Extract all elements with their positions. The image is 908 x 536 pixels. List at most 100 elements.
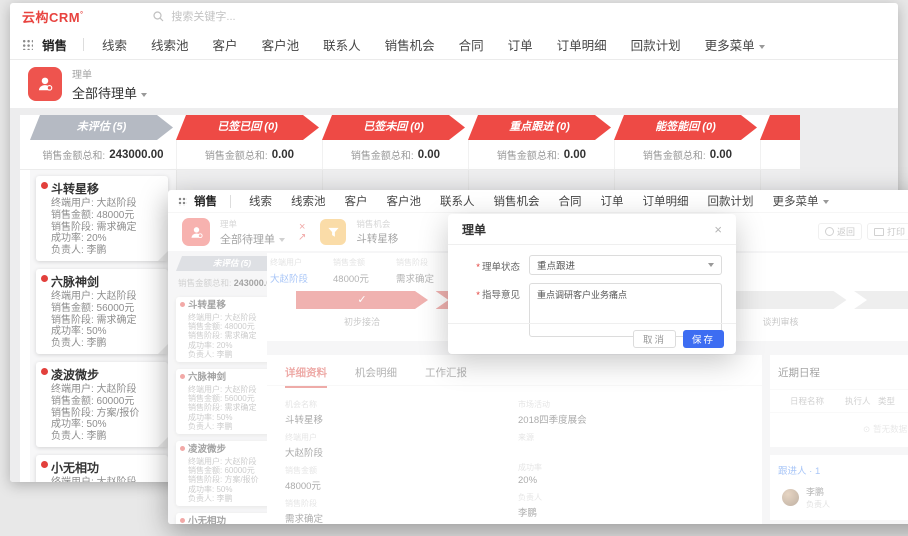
nav-item[interactable]: 线索 [102,35,127,54]
nav-item[interactable]: 线索池 [291,193,326,209]
nav-item-active[interactable]: 销售 [42,35,67,54]
kanban-tab[interactable] [760,115,800,140]
card-title: 凌波微步 [51,368,162,382]
module-meta: 理单 全部待理单 [72,66,147,102]
nav-item[interactable]: 订单明细 [557,35,607,54]
module-avatar [28,67,62,101]
chevron-down-icon [708,263,714,267]
kanban-tab[interactable]: 已签已回 (0) [176,115,319,140]
nav-item[interactable]: 客户 [213,35,238,54]
kanban-tab[interactable]: 未评估 (5) [30,115,173,140]
opportunity-card[interactable]: 小无相功终端用户: 大赵阶段销售金额: 48000元 [36,455,168,482]
amount-label: 销售金额总和: [497,147,560,162]
card-field: 负责人: 李鹏 [51,245,162,257]
kanban-tab[interactable]: 已签未回 (0) [322,115,465,140]
amount-label: 销售金额总和: [351,147,414,162]
kanban-column-unevaluated: 斗转星移终端用户: 大赵阶段销售金额: 48000元销售阶段: 需求确定成功率:… [30,170,176,482]
nav-item[interactable]: 回款计划 [708,193,754,209]
apps-grid-icon[interactable] [178,197,187,206]
status-dot-icon [41,182,48,189]
logo-text: 云构CRM [22,10,80,25]
amount-value: 0.00 [272,149,294,161]
close-icon[interactable]: × [714,222,722,237]
card-field: 销售金额: 48000元 [51,210,162,222]
status-dot-icon [41,461,48,468]
card-field: 销售阶段: 方案/报价 [51,408,162,420]
nav-item[interactable]: 联系人 [323,35,361,54]
chevron-down-icon [141,93,147,97]
status-dot-icon [41,275,48,282]
card-title: 斗转星移 [51,182,162,196]
amount-value: 0.00 [418,149,440,161]
nav-item[interactable]: 线索 [249,193,272,209]
main-nav: 销售 线索 线索池 客户 客户池 联系人 销售机会 合同 订单 订单明细 回款计划 更多菜单 [168,190,908,213]
card-field: 终端用户: 大赵阶段 [51,477,162,482]
chevron-down-icon [823,200,829,204]
card-field: 成功率: 20% [51,233,162,245]
nav-item[interactable]: 客户池 [262,35,300,54]
card-field: 终端用户: 大赵阶段 [51,384,162,396]
status-select[interactable]: 重点跟进 [529,255,722,275]
amount-cell: 销售金额总和:243000.00 [30,140,176,169]
amount-value: 0.00 [564,149,586,161]
opportunity-card[interactable]: 凌波微步终端用户: 大赵阶段销售金额: 60000元销售阶段: 方案/报价成功率… [36,362,168,447]
filter-dropdown[interactable]: 全部待理单 [72,83,147,102]
nav-item-more[interactable]: 更多菜单 [773,193,829,209]
kanban-amounts: 销售金额总和:243000.00销售金额总和:0.00销售金额总和:0.00销售… [20,140,800,170]
amount-label: 销售金额总和: [42,147,105,162]
card-field: 负责人: 李鹏 [51,431,162,443]
nav-item[interactable]: 订单 [508,35,533,54]
kanban-tabs: 未评估 (5)已签已回 (0)已签未回 (0)重点跟进 (0)能签能回 (0) [20,115,800,140]
nav-item[interactable]: 回款计划 [631,35,681,54]
card-field: 销售阶段: 需求确定 [51,315,162,327]
nav-item[interactable]: 销售机会 [494,193,540,209]
nav-items: 线索 线索池 客户 客户池 联系人 销售机会 合同 订单 订单明细 回款计划 更多菜单 [102,35,789,54]
nav-divider [230,195,231,208]
card-title: 小无相功 [51,461,162,475]
nav-divider [83,38,84,51]
nav-item[interactable]: 客户 [345,193,368,209]
nav-items: 线索 线索池 客户 客户池 联系人 销售机会 合同 订单 订单明细 回款计划 更多菜单 [249,193,848,209]
card-field: 成功率: 50% [51,326,162,338]
search-input[interactable] [169,10,303,24]
card-field: 销售金额: 60000元 [51,396,162,408]
status-control: 重点跟进 [529,255,722,275]
save-button[interactable]: 保存 [683,330,724,348]
cancel-button[interactable]: 取消 [633,330,676,348]
nav-item[interactable]: 合同 [559,193,582,209]
module-name: 理单 [72,66,147,81]
nav-item-more[interactable]: 更多菜单 [705,35,765,54]
modal-header: 理单 × [448,214,736,245]
module-subheader: 理单 全部待理单 [10,60,898,108]
modal-footer: 取消 保存 [448,323,736,354]
amount-cell [760,140,800,169]
amount-cell: 销售金额总和:0.00 [614,140,760,169]
app-header: 云构CRM° [10,3,898,30]
apps-grid-icon[interactable] [22,39,33,50]
nav-item[interactable]: 订单 [601,193,624,209]
modal-title: 理单 [462,221,486,238]
nav-item-active[interactable]: 销售 [194,193,217,209]
opportunity-card[interactable]: 斗转星移终端用户: 大赵阶段销售金额: 48000元销售阶段: 需求确定成功率:… [36,176,168,261]
card-field: 销售阶段: 需求确定 [51,222,162,234]
nav-item[interactable]: 联系人 [440,193,475,209]
nav-item[interactable]: 线索池 [151,35,189,54]
global-search [153,10,303,24]
status-field-row: 理单状态 重点跟进 [448,255,722,275]
card-field: 终端用户: 大赵阶段 [51,198,162,210]
nav-item[interactable]: 销售机会 [385,35,435,54]
search-icon [153,11,164,22]
kanban-tab[interactable]: 能签能回 (0) [614,115,757,140]
app-logo: 云构CRM° [22,7,83,26]
status-dot-icon [41,368,48,375]
nav-item[interactable]: 合同 [459,35,484,54]
card-field: 负责人: 李鹏 [51,338,162,350]
nav-item[interactable]: 客户池 [387,193,422,209]
kanban-tab[interactable]: 重点跟进 (0) [468,115,611,140]
amount-value: 0.00 [710,149,732,161]
nav-item[interactable]: 订单明细 [643,193,689,209]
status-value: 重点跟进 [537,258,575,272]
amount-label: 销售金额总和: [205,147,268,162]
card-field: 成功率: 50% [51,419,162,431]
opportunity-card[interactable]: 六脉神剑终端用户: 大赵阶段销售金额: 56000元销售阶段: 需求确定成功率:… [36,269,168,354]
